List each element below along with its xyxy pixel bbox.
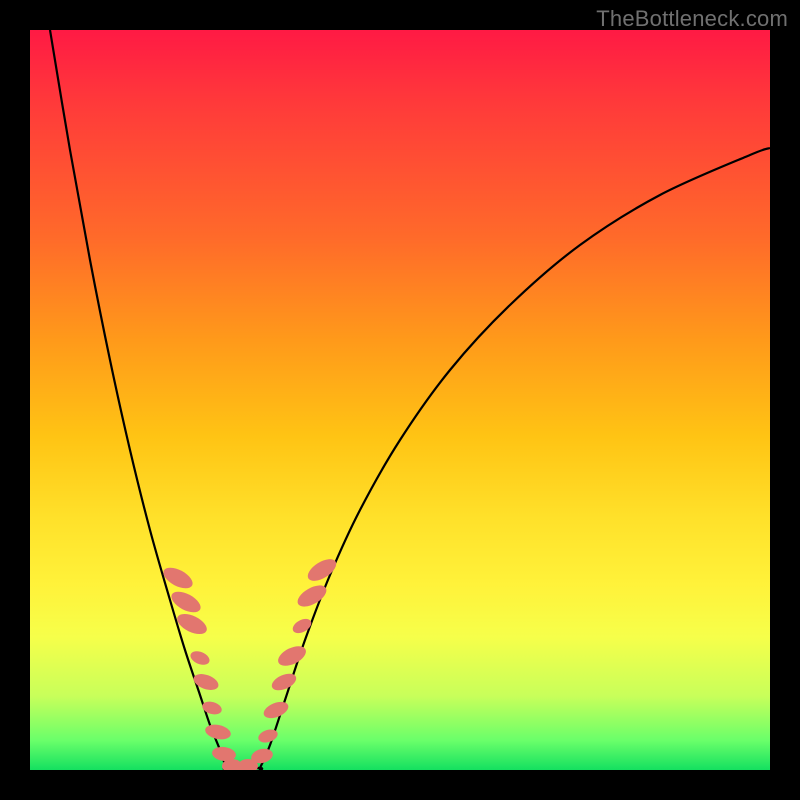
bead — [290, 616, 313, 636]
watermark-text: TheBottleneck.com — [596, 6, 788, 32]
bead-group — [160, 555, 340, 770]
bottleneck-curve — [30, 30, 770, 770]
bead — [201, 699, 224, 716]
chart-frame — [30, 30, 770, 770]
bead — [204, 722, 232, 741]
bead — [304, 555, 340, 586]
bead — [191, 671, 220, 693]
bead — [261, 699, 290, 722]
v-curve-path — [50, 30, 770, 770]
bead — [188, 649, 211, 668]
